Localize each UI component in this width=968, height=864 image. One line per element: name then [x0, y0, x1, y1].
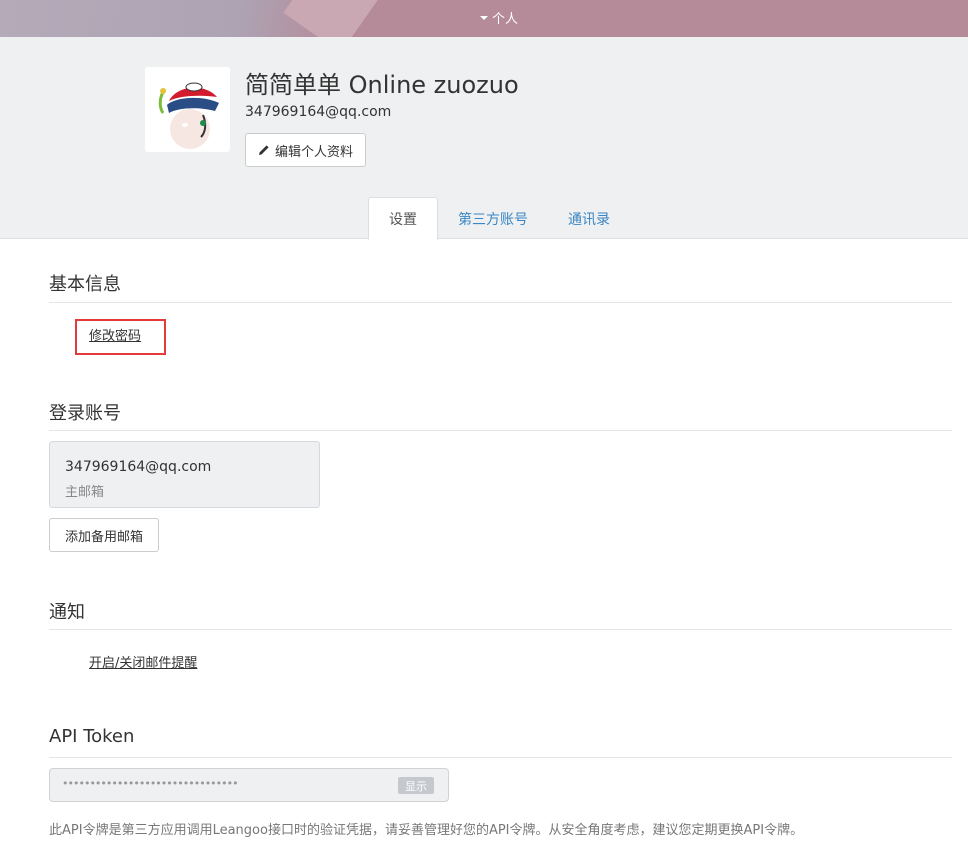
- api-token-field[interactable]: •••••••••••••••••••••••••••••••• 显示: [49, 768, 449, 802]
- show-token-button[interactable]: 显示: [398, 777, 434, 794]
- tab-third-party-accounts[interactable]: 第三方账号: [438, 197, 548, 240]
- profile-header: 简简单单 Online zuozuo 347969164@qq.com 编辑个人…: [0, 37, 968, 240]
- highlight-box: [75, 319, 166, 355]
- login-account-divider: [49, 430, 952, 431]
- email-notification-toggle-link[interactable]: 开启/关闭邮件提醒: [89, 652, 197, 671]
- avatar: [145, 67, 230, 152]
- notification-divider: [49, 629, 952, 630]
- basic-info-heading: 基本信息: [49, 274, 121, 295]
- api-token-masked-value: ••••••••••••••••••••••••••••••••: [62, 777, 239, 790]
- primary-email-card: 347969164@qq.com 主邮箱: [49, 441, 320, 508]
- user-email: 347969164@qq.com: [245, 104, 392, 120]
- api-token-heading: API Token: [49, 726, 135, 747]
- profile-tabs: 设置 第三方账号 通讯录: [368, 197, 630, 240]
- notification-heading: 通知: [49, 602, 85, 623]
- primary-email-type: 主邮箱: [65, 485, 105, 500]
- caret-down-icon: [480, 15, 488, 20]
- top-navigation-bar: 个人: [0, 0, 968, 37]
- personal-menu-dropdown[interactable]: 个人: [480, 8, 518, 27]
- personal-menu-label: 个人: [492, 12, 519, 27]
- tab-contacts[interactable]: 通讯录: [548, 197, 630, 240]
- edit-profile-button[interactable]: 编辑个人资料: [245, 133, 367, 167]
- login-account-heading: 登录账号: [49, 403, 121, 424]
- avatar-illustration: [145, 67, 230, 152]
- pencil-icon: [259, 145, 269, 155]
- api-token-divider: [49, 757, 952, 758]
- user-display-name: 简简单单 Online zuozuo: [245, 71, 519, 99]
- primary-email-address: 347969164@qq.com: [65, 459, 212, 475]
- tab-settings[interactable]: 设置: [368, 197, 438, 240]
- edit-profile-label: 编辑个人资料: [275, 144, 354, 160]
- basic-info-divider: [49, 302, 952, 303]
- add-backup-email-button[interactable]: 添加备用邮箱: [49, 518, 159, 552]
- api-token-help-text: 此API令牌是第三方应用调用Leangoo接口时的验证凭据，请妥善管理好您的AP…: [49, 823, 804, 838]
